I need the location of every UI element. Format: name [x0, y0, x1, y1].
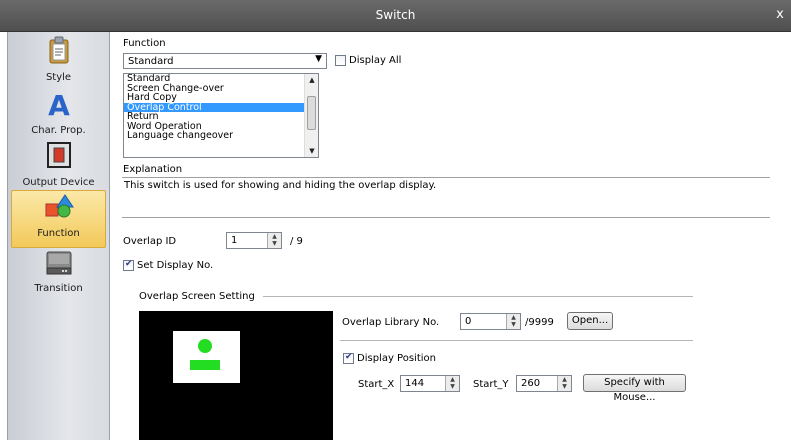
function-select-value: Standard — [128, 56, 174, 67]
list-scrollbar[interactable]: ▲ ▼ — [304, 74, 318, 157]
device-icon — [46, 251, 71, 275]
overlap-library-value: 0 — [465, 316, 472, 327]
spin-up-icon[interactable]: ▲ — [558, 376, 571, 383]
clipboard-icon — [49, 36, 68, 64]
sidebar-item-char-prop[interactable]: A Char. Prop. — [8, 90, 109, 138]
display-all-checkbox[interactable] — [335, 55, 346, 66]
display-all-label: Display All — [349, 55, 402, 66]
overlap-screen-setting-label: Overlap Screen Setting — [139, 291, 255, 302]
sidebar-item-style[interactable]: Style — [8, 36, 109, 88]
sidebar-item-function[interactable]: Function — [8, 190, 109, 249]
shapes-icon — [45, 194, 74, 218]
function-label: Function — [123, 38, 166, 49]
spinner-buttons[interactable]: ▲ ▼ — [445, 376, 459, 391]
overlap-id-max: / 9 — [290, 236, 303, 247]
sidebar-item-label: Char. Prop. — [31, 125, 86, 136]
start-x-label: Start_X — [358, 379, 395, 390]
preview-overlap-window — [173, 331, 240, 383]
list-item[interactable]: Language changeover — [124, 131, 304, 141]
explanation-text: This switch is used for showing and hidi… — [124, 180, 437, 191]
sidebar: Style A Char. Prop. Output Device Functi… — [7, 32, 110, 440]
window-title: Switch — [375, 8, 416, 22]
spinner-buttons[interactable]: ▲ ▼ — [267, 233, 281, 248]
spin-up-icon[interactable]: ▲ — [446, 376, 459, 383]
start-y-label: Start_Y — [473, 379, 509, 390]
overlap-preview — [139, 311, 333, 440]
display-position-checkbox[interactable] — [343, 352, 354, 364]
sidebar-item-label: Transition — [34, 283, 83, 294]
sidebar-item-label: Style — [45, 72, 72, 83]
specify-with-mouse-button[interactable]: Specify with Mouse... — [583, 374, 686, 403]
display-position-label: Display Position — [357, 353, 436, 364]
sidebar-item-transition[interactable]: Transition — [8, 250, 109, 298]
open-button[interactable]: Open... — [567, 312, 613, 330]
overlap-id-value: 1 — [231, 235, 238, 246]
function-select[interactable]: Standard ▼ — [123, 53, 327, 69]
spin-up-icon[interactable]: ▲ — [268, 233, 281, 240]
set-display-label: Set Display No. — [137, 260, 214, 271]
lamp-icon — [46, 142, 71, 168]
sidebar-item-output-device[interactable]: Output Device — [8, 142, 109, 192]
spin-down-icon[interactable]: ▼ — [558, 383, 571, 390]
explanation-text-area: This switch is used for showing and hidi… — [122, 177, 770, 218]
svg-text:A: A — [48, 90, 70, 118]
spin-up-icon[interactable]: ▲ — [507, 314, 520, 321]
spinner-buttons[interactable]: ▲ ▼ — [557, 376, 571, 391]
spinner-buttons[interactable]: ▲ ▼ — [506, 314, 520, 329]
function-listbox[interactable]: Standard Screen Change-over Hard Copy Ov… — [123, 73, 319, 158]
overlap-library-label: Overlap Library No. — [342, 317, 440, 328]
group-divider — [263, 296, 693, 297]
explanation-label: Explanation — [123, 164, 183, 175]
chevron-down-icon: ▼ — [315, 54, 322, 64]
overlap-id-label: Overlap ID — [123, 236, 177, 247]
overlap-id-spinner[interactable]: 1 ▲ ▼ — [226, 232, 282, 249]
spin-down-icon[interactable]: ▼ — [268, 240, 281, 247]
sidebar-item-label: Output Device — [22, 177, 95, 188]
sidebar-item-label: Function — [37, 228, 80, 239]
spin-down-icon[interactable]: ▼ — [446, 383, 459, 390]
start-x-value: 144 — [405, 378, 425, 389]
overlap-library-max: /9999 — [525, 317, 554, 328]
overlap-library-spinner[interactable]: 0 ▲ ▼ — [460, 313, 521, 330]
set-display-checkbox[interactable] — [123, 259, 134, 271]
start-x-spinner[interactable]: 144 ▲ ▼ — [400, 375, 460, 392]
divider — [340, 340, 693, 341]
title-bar: Switch x — [0, 0, 791, 32]
start-y-spinner[interactable]: 260 ▲ ▼ — [516, 375, 572, 392]
spin-down-icon[interactable]: ▼ — [507, 321, 520, 328]
preview-lamp-graphic — [190, 339, 220, 370]
scroll-down-icon[interactable]: ▼ — [305, 147, 318, 155]
scroll-thumb[interactable] — [307, 96, 316, 130]
scroll-up-icon[interactable]: ▲ — [305, 76, 318, 84]
close-icon[interactable]: x — [773, 7, 787, 22]
letter-a-icon: A — [48, 90, 70, 118]
start-y-value: 260 — [521, 378, 541, 389]
